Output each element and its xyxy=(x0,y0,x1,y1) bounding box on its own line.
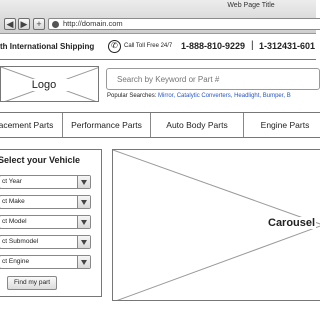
select-make-value: ct Make xyxy=(2,198,25,205)
browser-chrome: Web Page Title ◀ ▶ + http://domain.com xyxy=(0,0,320,34)
search-input[interactable] xyxy=(106,68,320,90)
select-engine-value: ct Engine xyxy=(2,258,30,265)
dropdown-arrow-icon[interactable] xyxy=(77,256,90,268)
nav-engine-parts[interactable]: Engine Parts xyxy=(244,113,320,137)
logo[interactable]: Logo xyxy=(0,66,99,102)
select-year[interactable]: ct Year xyxy=(0,175,91,189)
select-make[interactable]: ct Make xyxy=(0,195,91,209)
back-button[interactable]: ◀ xyxy=(4,18,16,30)
select-submodel-value: ct Submodel xyxy=(2,238,39,245)
forward-button[interactable]: ▶ xyxy=(18,18,30,30)
address-bar[interactable]: http://domain.com xyxy=(48,18,320,30)
phone-secondary[interactable]: 1-312431-601 xyxy=(259,41,315,51)
logo-label: Logo xyxy=(29,79,59,91)
nav-auto-body-parts[interactable]: Auto Body Parts xyxy=(151,113,243,137)
phone-primary[interactable]: 1-888-810-9229 xyxy=(181,41,245,51)
phone-icon: ✆ xyxy=(108,40,121,53)
url-text: http://domain.com xyxy=(63,19,123,28)
popular-label: Popular Searches: xyxy=(107,93,157,99)
vehicle-selector: Select your Vehicle ct Year ct Make ct M… xyxy=(0,149,102,297)
select-model[interactable]: ct Model xyxy=(0,215,91,229)
carousel-label: Carousel xyxy=(267,217,317,229)
find-my-part-button[interactable]: Find my part xyxy=(7,276,57,290)
add-tab-button[interactable]: + xyxy=(33,18,45,30)
globe-icon xyxy=(52,21,59,28)
popular-links[interactable]: Mirror, Catalytic Converters, Headlight,… xyxy=(158,93,291,99)
vehicle-title: Select your Vehicle xyxy=(0,155,81,165)
dropdown-arrow-icon[interactable] xyxy=(77,236,90,248)
select-submodel[interactable]: ct Submodel xyxy=(0,235,91,249)
dropdown-arrow-icon[interactable] xyxy=(77,176,90,188)
category-nav: acement Parts Performance Parts Auto Bod… xyxy=(0,112,320,138)
window-title: Web Page Title xyxy=(227,2,275,9)
call-label: Call Toll Free 24/7 xyxy=(124,43,173,49)
select-year-value: ct Year xyxy=(2,178,22,185)
select-engine[interactable]: ct Engine xyxy=(0,255,91,269)
select-model-value: ct Model xyxy=(2,218,27,225)
carousel[interactable]: Carousel xyxy=(112,149,320,301)
top-info-bar: th International Shipping ✆ Call Toll Fr… xyxy=(0,34,316,60)
dropdown-arrow-icon[interactable] xyxy=(77,196,90,208)
phone-separator: | xyxy=(251,40,254,51)
popular-searches: Popular Searches: Mirror, Catalytic Conv… xyxy=(107,93,291,99)
nav-performance-parts[interactable]: Performance Parts xyxy=(63,113,150,137)
dropdown-arrow-icon[interactable] xyxy=(77,216,90,228)
nav-replacement-parts[interactable]: acement Parts xyxy=(0,113,62,137)
shipping-text: th International Shipping xyxy=(0,42,95,51)
